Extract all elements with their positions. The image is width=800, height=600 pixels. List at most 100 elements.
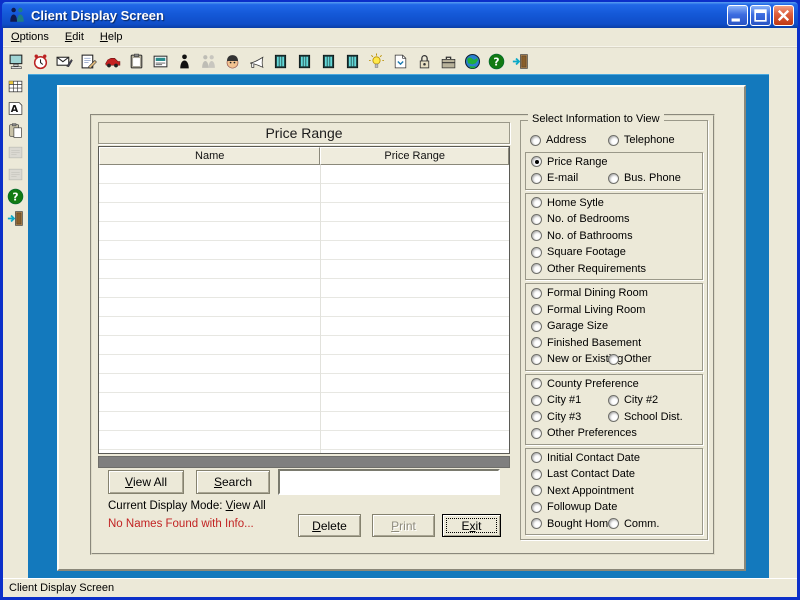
radio-dot-city-3[interactable] (531, 411, 542, 422)
exit-icon[interactable] (512, 53, 529, 70)
lightbulb-icon[interactable] (368, 53, 385, 70)
briefcase-icon[interactable] (440, 53, 457, 70)
radio-dot-school-dist[interactable] (608, 411, 619, 422)
radio-dot-no-of-bathrooms[interactable] (531, 230, 542, 241)
radio-dot-price-range[interactable] (531, 156, 542, 167)
font-icon[interactable]: A (7, 100, 24, 117)
radio-dot-address[interactable] (530, 135, 541, 146)
column-header-price-range[interactable]: Price Range (320, 147, 509, 165)
client-table[interactable]: NamePrice Range (98, 146, 510, 454)
radio-dot-garage-size[interactable] (531, 321, 542, 332)
radio-dot-telephone[interactable] (608, 135, 619, 146)
globe-icon[interactable] (464, 53, 481, 70)
radio-city-3[interactable]: City #3 (531, 411, 608, 423)
building-icon-1[interactable] (272, 53, 289, 70)
maximize-button[interactable] (750, 5, 771, 26)
radio-dot-initial-contact-date[interactable] (531, 452, 542, 463)
money-icon[interactable] (152, 53, 169, 70)
help-icon[interactable]: ? (488, 53, 505, 70)
radio-dot-other[interactable] (608, 354, 619, 365)
radio-telephone[interactable]: Telephone (608, 134, 675, 146)
radio-formal-living-room[interactable]: Formal Living Room (531, 304, 645, 316)
radio-initial-contact-date[interactable]: Initial Contact Date (531, 452, 640, 464)
paste-icon[interactable] (7, 122, 24, 139)
menu-help[interactable]: Help (92, 28, 131, 47)
radio-dot-formal-living-room[interactable] (531, 304, 542, 315)
contact-face-icon[interactable] (224, 53, 241, 70)
radio-no-of-bedrooms[interactable]: No. of Bedrooms (531, 213, 630, 225)
lock-icon[interactable] (416, 53, 433, 70)
radio-dot-new-or-existing[interactable] (531, 354, 542, 365)
radio-address[interactable]: Address (530, 134, 608, 146)
radio-comm[interactable]: Comm. (608, 518, 659, 530)
radio-new-or-existing[interactable]: New or Existing (531, 353, 608, 365)
exit-icon-side[interactable] (7, 210, 24, 227)
radio-home-sytle[interactable]: Home Sytle (531, 197, 604, 209)
radio-dot-last-contact-date[interactable] (531, 469, 542, 480)
building-icon-4[interactable] (344, 53, 361, 70)
radio-last-contact-date[interactable]: Last Contact Date (531, 468, 635, 480)
radio-dot-formal-dining-room[interactable] (531, 288, 542, 299)
delete-button[interactable]: Delete (298, 514, 361, 537)
radio-dot-other-requirements[interactable] (531, 263, 542, 274)
radio-no-of-bathrooms[interactable]: No. of Bathrooms (531, 230, 633, 242)
radio-garage-size[interactable]: Garage Size (531, 320, 608, 332)
search-input[interactable] (278, 469, 500, 495)
radio-price-range[interactable]: Price Range (531, 156, 608, 168)
clipboard-icon[interactable] (128, 53, 145, 70)
radio-other-requirements[interactable]: Other Requirements (531, 263, 646, 275)
table-body[interactable] (99, 165, 509, 453)
radio-county-preference[interactable]: County Preference (531, 378, 639, 390)
radio-city-1[interactable]: City #1 (531, 394, 608, 406)
close-button[interactable] (773, 5, 794, 26)
radio-city-2[interactable]: City #2 (608, 394, 658, 406)
exit-button[interactable]: Exit (442, 514, 501, 537)
minimize-button[interactable] (727, 5, 748, 26)
radio-dot-followup-date[interactable] (531, 502, 542, 513)
search-button[interactable]: Search (196, 470, 270, 494)
table-scrollbar[interactable] (98, 456, 510, 468)
menu-options[interactable]: Options (3, 28, 57, 47)
app-icon[interactable] (8, 6, 26, 24)
radio-followup-date[interactable]: Followup Date (531, 501, 617, 513)
alarm-clock-icon[interactable] (32, 53, 49, 70)
client-icon[interactable] (176, 53, 193, 70)
radio-other[interactable]: Other (608, 353, 652, 365)
radio-other-preferences[interactable]: Other Preferences (531, 427, 637, 439)
radio-dot-city-1[interactable] (531, 395, 542, 406)
radio-dot-home-sytle[interactable] (531, 197, 542, 208)
radio-dot-no-of-bedrooms[interactable] (531, 214, 542, 225)
help-icon-side[interactable]: ? (7, 188, 24, 205)
radio-dot-comm[interactable] (608, 518, 619, 529)
radio-dot-other-preferences[interactable] (531, 428, 542, 439)
computer-icon[interactable] (8, 53, 25, 70)
radio-school-dist[interactable]: School Dist. (608, 411, 683, 423)
car-icon[interactable] (104, 53, 121, 70)
edit-note-icon[interactable] (80, 53, 97, 70)
radio-e-mail[interactable]: E-mail (531, 172, 608, 184)
spreadsheet-icon[interactable] (7, 78, 24, 95)
radio-dot-bus-phone[interactable] (608, 173, 619, 184)
table-row (99, 412, 509, 431)
column-header-name[interactable]: Name (99, 147, 320, 165)
radio-dot-square-footage[interactable] (531, 247, 542, 258)
radio-dot-bought-home[interactable] (531, 518, 542, 529)
mail-icon[interactable] (56, 53, 73, 70)
radio-bought-home[interactable]: Bought Home (531, 518, 608, 530)
radio-dot-next-appointment[interactable] (531, 485, 542, 496)
page-flip-icon[interactable] (392, 53, 409, 70)
radio-square-footage[interactable]: Square Footage (531, 246, 626, 258)
radio-bus-phone[interactable]: Bus. Phone (608, 172, 681, 184)
radio-finished-basement[interactable]: Finished Basement (531, 337, 641, 349)
radio-dot-finished-basement[interactable] (531, 337, 542, 348)
building-icon-3[interactable] (320, 53, 337, 70)
menu-edit[interactable]: Edit (57, 28, 92, 47)
radio-dot-county-preference[interactable] (531, 378, 542, 389)
radio-formal-dining-room[interactable]: Formal Dining Room (531, 287, 648, 299)
view-all-button[interactable]: View All (108, 470, 184, 494)
announce-icon[interactable] (248, 53, 265, 70)
radio-dot-city-2[interactable] (608, 395, 619, 406)
radio-next-appointment[interactable]: Next Appointment (531, 485, 634, 497)
radio-dot-e-mail[interactable] (531, 173, 542, 184)
building-icon-2[interactable] (296, 53, 313, 70)
